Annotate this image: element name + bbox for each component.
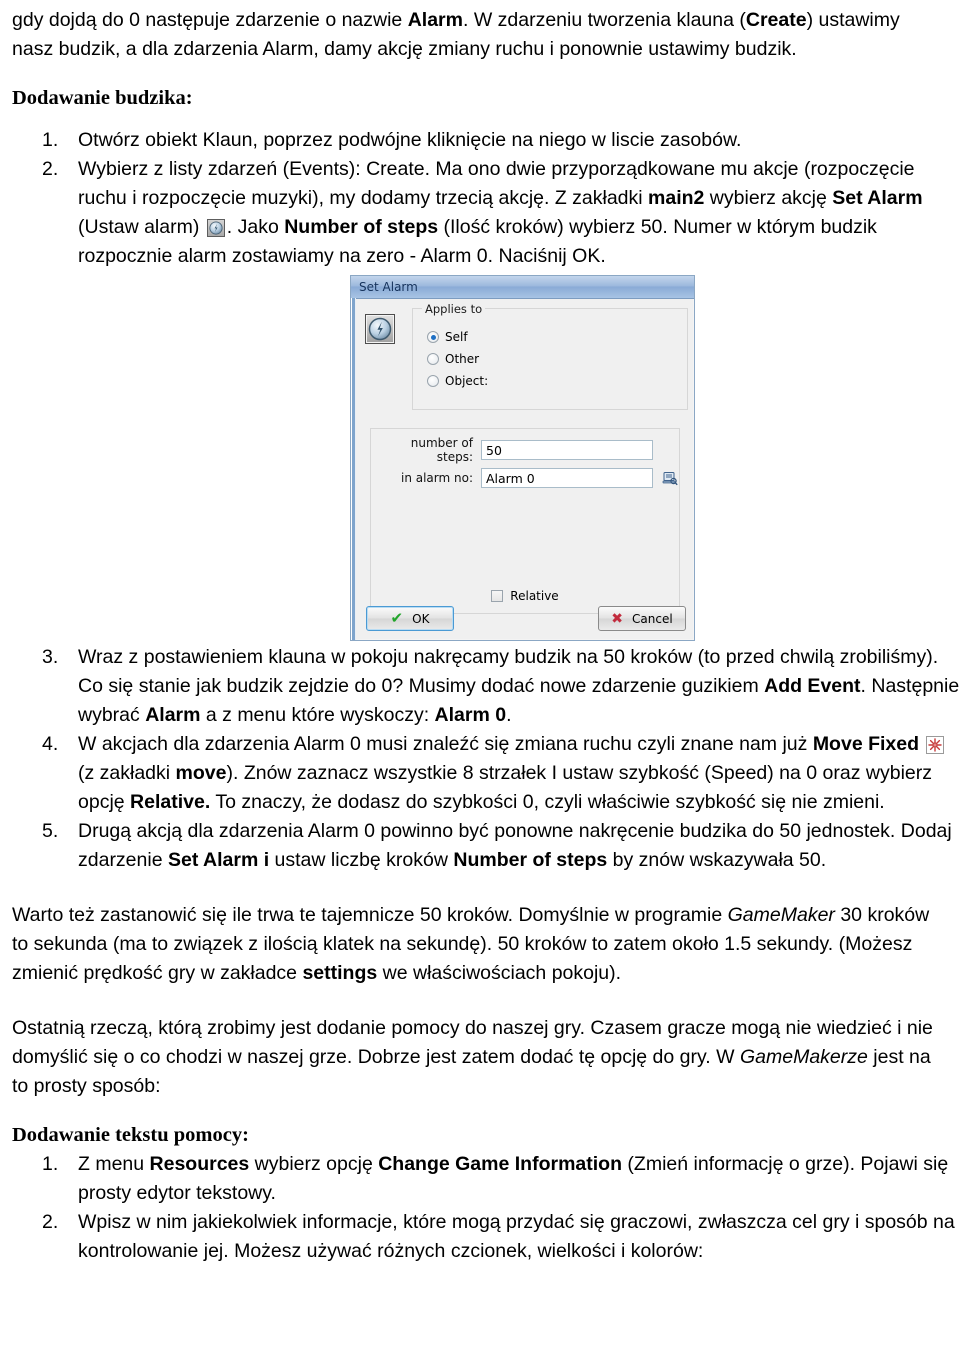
step3-run-3: a z menu które wyskoczy: bbox=[200, 704, 435, 726]
in-alarm-no-input[interactable]: Alarm 0 bbox=[481, 468, 653, 488]
step4-bold-relative: Relative. bbox=[130, 791, 211, 813]
steps-info-run-3: we właściwościach pokoju). bbox=[377, 962, 622, 984]
intro-run-1: gdy dojdą do 0 następuje zdarzenie o naz… bbox=[12, 9, 408, 31]
relative-checkbox-icon[interactable] bbox=[491, 590, 504, 602]
move-fixed-icon bbox=[926, 736, 945, 754]
set-alarm-dialog-figure: Set Alarm Applies to Self Other Object: … bbox=[0, 271, 960, 643]
list-item: Otwórz obiekt Klaun, poprzez podwójne kl… bbox=[0, 126, 960, 155]
step3-run-4: . bbox=[506, 704, 512, 726]
number-of-steps-input[interactable]: 50 bbox=[481, 440, 653, 460]
ok-button[interactable]: ✔ OK bbox=[366, 606, 454, 631]
step5-bold-set-alarm: Set Alarm i bbox=[167, 849, 270, 871]
steps-list-alarm-actions: Wraz z postawieniem klauna w pokoju nakr… bbox=[0, 643, 960, 875]
help1-run-1: Z menu bbox=[78, 1153, 150, 1175]
intro-run-2: . W zdarzeniu tworzenia klauna ( bbox=[462, 9, 746, 31]
dialog-button-row: ✔ OK ✖ Cancel bbox=[366, 606, 686, 632]
steps-info-run-1: Warto też zastanowić się ile trwa te taj… bbox=[12, 904, 728, 926]
number-of-steps-row: number of steps: 50 bbox=[371, 436, 679, 464]
heading-add-alarm: Dodawanie budzika: bbox=[12, 87, 193, 109]
list-item: W akcjach dla zdarzenia Alarm 0 musi zna… bbox=[0, 730, 960, 817]
radio-label: Object: bbox=[445, 374, 489, 388]
list-item: Drugą akcją dla zdarzenia Alarm 0 powinn… bbox=[0, 817, 960, 875]
intro-paragraph: gdy dojdą do 0 następuje zdarzenie o naz… bbox=[0, 0, 960, 64]
alarm-clock-icon bbox=[206, 219, 225, 237]
alarm-clock-icon bbox=[365, 314, 395, 344]
steps-list-add-help: Z menu Resources wybierz opcję Change Ga… bbox=[0, 1150, 960, 1266]
in-alarm-no-label: in alarm no: bbox=[400, 471, 473, 485]
step2-run-3: (Ustaw alarm) bbox=[78, 216, 205, 238]
intro-bold-alarm: Alarm bbox=[407, 9, 463, 31]
check-icon: ✔ bbox=[390, 609, 404, 627]
step4-run-1: W akcjach dla zdarzenia Alarm 0 musi zna… bbox=[78, 733, 813, 755]
step4-bold-move: move bbox=[175, 762, 227, 784]
radio-option-self[interactable]: Self bbox=[427, 330, 468, 344]
radio-option-other[interactable]: Other bbox=[427, 352, 479, 366]
fields-group: number of steps: 50 in alarm no: Alarm 0… bbox=[370, 428, 680, 614]
expression-menu-icon[interactable] bbox=[662, 470, 678, 486]
heading-add-help: Dodawanie tekstu pomocy: bbox=[12, 1124, 249, 1146]
in-alarm-no-row: in alarm no: Alarm 0 bbox=[371, 467, 679, 489]
number-of-steps-label: number of steps: bbox=[410, 436, 473, 464]
step1-text: Otwórz obiekt Klaun, poprzez podwójne kl… bbox=[78, 129, 742, 151]
cancel-button[interactable]: ✖ Cancel bbox=[598, 606, 686, 631]
step4-run-2 bbox=[919, 733, 924, 755]
step3-bold-add-event: Add Event bbox=[764, 675, 861, 697]
help1-bold-change-game-information: Change Game Information bbox=[378, 1153, 622, 1175]
close-icon: ✖ bbox=[611, 610, 624, 627]
dialog-titlebar: Set Alarm bbox=[351, 276, 694, 299]
step2-bold-set-alarm: Set Alarm bbox=[832, 187, 923, 209]
dialog-body: Applies to Self Other Object: number of … bbox=[358, 302, 692, 638]
radio-icon[interactable] bbox=[427, 375, 439, 387]
dialog-title: Set Alarm bbox=[359, 280, 418, 294]
step5-run-2: ustaw liczbę kroków bbox=[269, 849, 454, 871]
paragraph-steps-info: Warto też zastanowić się ile trwa te taj… bbox=[0, 901, 960, 988]
step2-bold-number-of-steps: Number of steps bbox=[284, 216, 439, 238]
list-item: Wpisz w nim jakiekolwiek informacje, któ… bbox=[0, 1208, 960, 1266]
steps-info-bold-settings: settings bbox=[302, 962, 378, 984]
step5-run-3: by znów wskazywała 50. bbox=[607, 849, 827, 871]
list-item: Wraz z postawieniem klauna w pokoju nakr… bbox=[0, 643, 960, 730]
steps-list-add-alarm: Otwórz obiekt Klaun, poprzez podwójne kl… bbox=[0, 126, 960, 271]
step2-run-4: . Jako bbox=[226, 216, 285, 238]
radio-label: Other bbox=[445, 352, 480, 366]
list-item: Z menu Resources wybierz opcję Change Ga… bbox=[0, 1150, 960, 1208]
step2-run-2: wybierz akcję bbox=[704, 187, 833, 209]
help-info-italic-gamemakerze: GameMakerze bbox=[739, 1046, 868, 1068]
step5-bold-number-of-steps: Number of steps bbox=[453, 849, 608, 871]
help2-text: Wpisz w nim jakiekolwiek informacje, któ… bbox=[78, 1211, 955, 1262]
help1-run-2: wybierz opcję bbox=[249, 1153, 379, 1175]
step4-run-3: (z zakładki bbox=[78, 762, 176, 784]
step4-bold-move-fixed: Move Fixed bbox=[812, 733, 920, 755]
radio-label: Self bbox=[445, 330, 468, 344]
radio-option-object[interactable]: Object: bbox=[427, 374, 488, 388]
step2-bold-main2: main2 bbox=[648, 187, 705, 209]
document-page: gdy dojdą do 0 następuje zdarzenie o naz… bbox=[0, 0, 960, 1365]
step3-bold-alarm: Alarm bbox=[145, 704, 201, 726]
step3-bold-alarm-0: Alarm 0 bbox=[434, 704, 507, 726]
dialog-left-accent-bar bbox=[351, 298, 356, 640]
relative-label: Relative bbox=[510, 589, 559, 603]
help1-bold-resources: Resources bbox=[149, 1153, 250, 1175]
step4-run-5: To znaczy, że dodasz do szybkości 0, czy… bbox=[210, 791, 885, 813]
radio-icon[interactable] bbox=[427, 353, 439, 365]
applies-to-group: Applies to Self Other Object: bbox=[412, 302, 688, 410]
radio-icon[interactable] bbox=[427, 331, 439, 343]
relative-checkbox-row[interactable]: Relative bbox=[371, 589, 679, 603]
paragraph-help-info: Ostatnią rzeczą, którą zrobimy jest doda… bbox=[0, 1014, 960, 1101]
list-item: Wybierz z listy zdarzeń (Events): Create… bbox=[0, 155, 960, 271]
intro-bold-create: Create bbox=[745, 9, 807, 31]
ok-button-label: OK bbox=[412, 611, 430, 626]
applies-to-legend: Applies to bbox=[422, 302, 486, 316]
cancel-button-label: Cancel bbox=[632, 611, 673, 626]
set-alarm-dialog: Set Alarm Applies to Self Other Object: … bbox=[350, 275, 695, 641]
steps-info-italic-gamemaker: GameMaker bbox=[727, 904, 835, 926]
